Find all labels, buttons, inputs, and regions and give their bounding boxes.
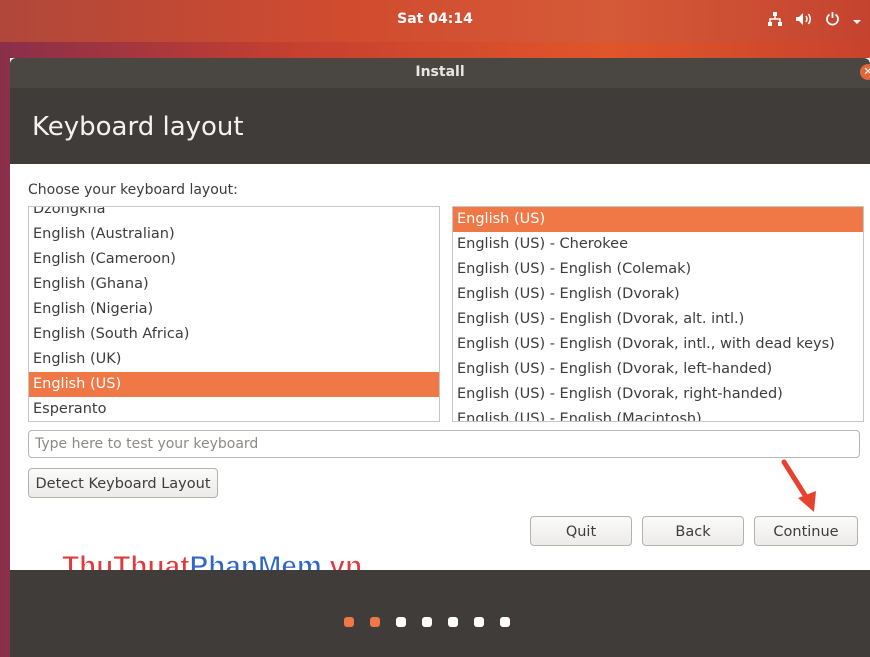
progress-dot (344, 617, 354, 627)
window-title: Install (415, 64, 465, 80)
continue-button[interactable]: Continue (754, 516, 858, 546)
back-button[interactable]: Back (642, 516, 744, 546)
layout-list-item[interactable]: English (Australian) (29, 222, 439, 247)
layout-list-item[interactable]: English (South Africa) (29, 322, 439, 347)
progress-dot (396, 617, 406, 627)
progress-dots (344, 617, 510, 627)
page-title: Keyboard layout (32, 112, 244, 142)
system-tray[interactable] (767, 11, 862, 30)
variant-list-item[interactable]: English (US) - English (Colemak) (453, 257, 863, 282)
window-titlebar[interactable]: Install ✕ (10, 58, 870, 88)
installer-footer (10, 570, 870, 657)
top-panel: Sat 04:14 (0, 0, 870, 42)
layout-list-item[interactable]: English (Cameroon) (29, 247, 439, 272)
keyboard-variant-list[interactable]: English (US) English (US) - Cherokee Engli… (452, 206, 864, 422)
variant-list-item[interactable]: English (US) - Cherokee (453, 232, 863, 257)
layout-prompt: Choose your keyboard layout: (28, 182, 238, 198)
layout-list-item[interactable]: Dzongkha (29, 207, 439, 222)
progress-dot (448, 617, 458, 627)
keyboard-test-input[interactable] (28, 430, 860, 458)
progress-dot (500, 617, 510, 627)
detect-keyboard-layout-button[interactable]: Detect Keyboard Layout (28, 468, 218, 498)
volume-icon[interactable] (795, 11, 813, 30)
variant-list-item[interactable]: English (US) (453, 207, 863, 232)
quit-button[interactable]: Quit (530, 516, 632, 546)
variant-list-item[interactable]: English (US) - English (Dvorak) (453, 282, 863, 307)
power-icon[interactable] (825, 11, 840, 30)
variant-list-item[interactable]: English (US) - English (Dvorak, left-han… (453, 357, 863, 382)
layout-list-item[interactable]: Esperanto (29, 397, 439, 421)
layout-list-item[interactable]: English (UK) (29, 347, 439, 372)
installer-window: Install ✕ Keyboard layout Choose your ke… (10, 58, 870, 657)
progress-dot (422, 617, 432, 627)
network-icon[interactable] (767, 11, 783, 30)
layout-list-item[interactable]: English (US) (29, 372, 439, 397)
chevron-down-icon[interactable] (852, 11, 862, 30)
progress-dot (370, 617, 380, 627)
heading-band: Keyboard layout (10, 88, 870, 164)
variant-list-item[interactable]: English (US) - English (Macintosh) (453, 407, 863, 421)
variant-list-item[interactable]: English (US) - English (Dvorak, alt. int… (453, 307, 863, 332)
progress-dot (474, 617, 484, 627)
layout-list-item[interactable]: English (Ghana) (29, 272, 439, 297)
clock[interactable]: Sat 04:14 (0, 11, 870, 27)
variant-list-item[interactable]: English (US) - English (Dvorak, right-ha… (453, 382, 863, 407)
variant-list-item[interactable]: English (US) - English (Dvorak, intl., w… (453, 332, 863, 357)
layout-list-item[interactable]: English (Nigeria) (29, 297, 439, 322)
keyboard-layout-list[interactable]: Dzongkha English (Australian) English (Cam… (28, 206, 440, 422)
close-icon[interactable]: ✕ (860, 64, 870, 80)
annotation-arrow-icon (781, 459, 816, 512)
